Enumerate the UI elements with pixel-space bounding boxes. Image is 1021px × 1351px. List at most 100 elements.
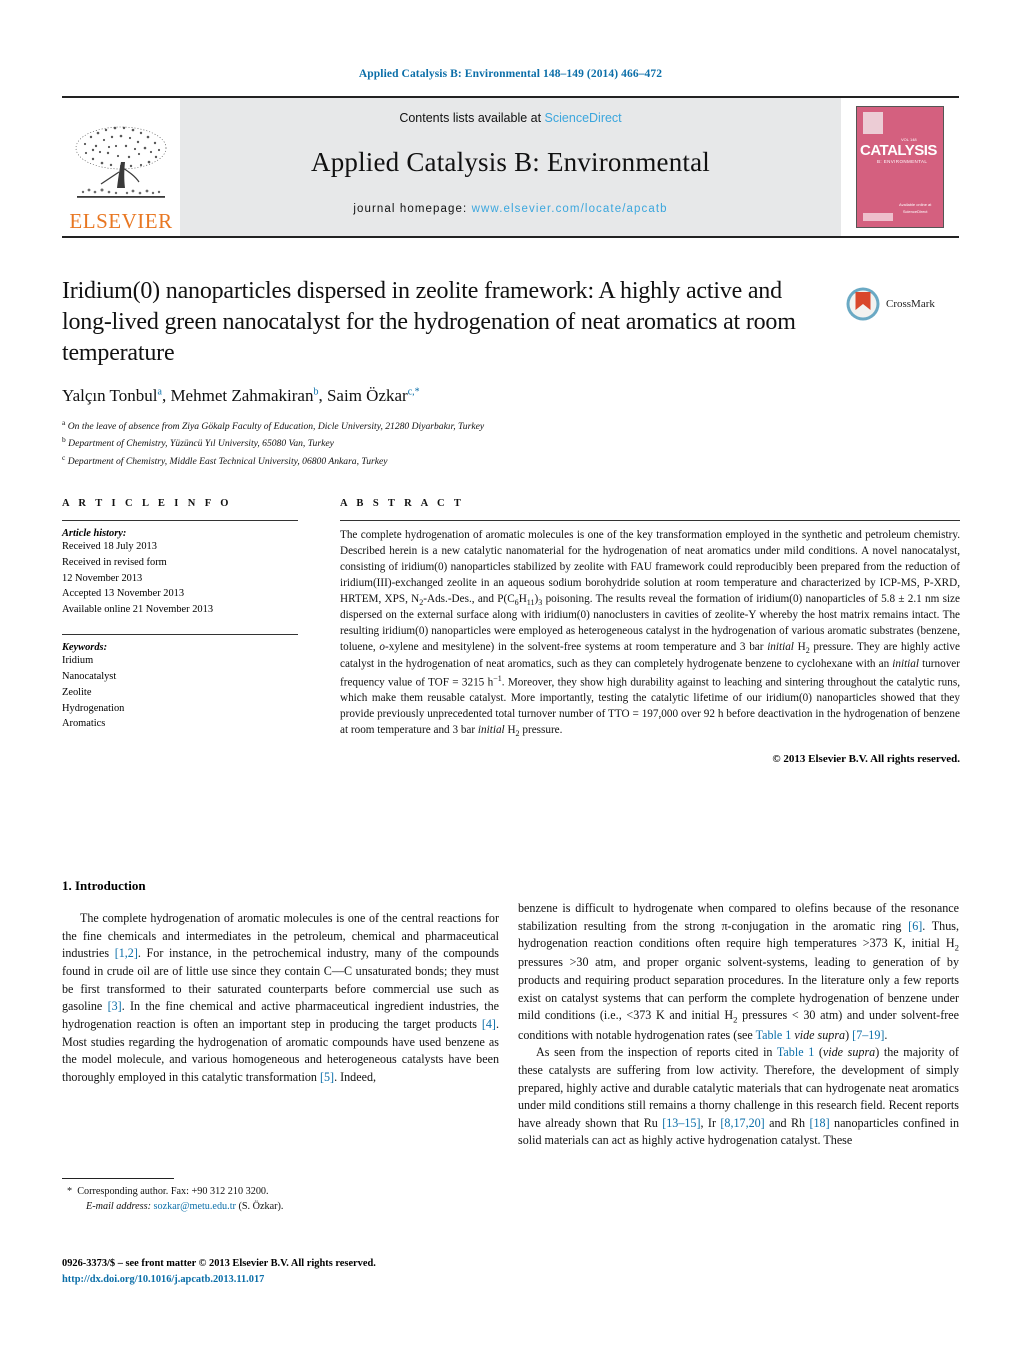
- elsevier-tree-icon: [75, 126, 167, 198]
- body-frag: . Indeed,: [334, 1069, 377, 1084]
- cover-elsevier-mark: [863, 112, 883, 134]
- abstract-frag: H: [518, 592, 527, 605]
- body-frag: benzene is difficult to hydrogenate when…: [518, 901, 959, 933]
- citation-ref[interactable]: [18]: [809, 1116, 829, 1130]
- affiliation-item: a On the leave of absence from Ziya Göka…: [62, 417, 822, 435]
- abstract-panel: A B S T R A C T The complete hydrogenati…: [340, 498, 960, 765]
- divider: [340, 520, 960, 521]
- affiliation-mark: b: [62, 435, 66, 445]
- keywords-title: Keywords:: [62, 642, 108, 654]
- citation-ref[interactable]: [6]: [908, 919, 922, 933]
- history-item: Received in revised form: [62, 556, 167, 568]
- body-frag: and Rh: [764, 1115, 810, 1130]
- table-ref[interactable]: Table 1: [777, 1045, 814, 1059]
- body-column-right: benzene is difficult to hydrogenate when…: [518, 900, 959, 1150]
- journal-homepage-link[interactable]: www.elsevier.com/locate/apcatb: [472, 203, 668, 215]
- citation-ref[interactable]: [5]: [320, 1070, 334, 1084]
- citation-ref[interactable]: [3]: [108, 999, 122, 1013]
- author-list: Yalçın Tonbula, Mehmet Zahmakiranb, Saim…: [62, 385, 420, 405]
- body-italic: vide supra: [822, 1045, 876, 1060]
- cover-image: VOL 148 CATALYSIS B: ENVIRONMENTAL Avail…: [856, 106, 944, 228]
- affiliation-list: a On the leave of absence from Ziya Göka…: [62, 417, 822, 470]
- footnote-divider: [62, 1178, 174, 1179]
- abstract-text: The complete hydrogenation of aromatic m…: [340, 528, 960, 740]
- history-item: Received 18 July 2013: [62, 541, 157, 552]
- citation-ref[interactable]: [1,2]: [115, 946, 138, 960]
- abstract-frag: H: [793, 641, 806, 654]
- journal-cover-thumbnail: VOL 148 CATALYSIS B: ENVIRONMENTAL Avail…: [841, 98, 959, 236]
- body-frag: , Ir: [700, 1115, 721, 1130]
- body-sub: 2: [954, 942, 959, 953]
- doi-link[interactable]: http://dx.doi.org/10.1016/j.apcatb.2013.…: [62, 1272, 522, 1288]
- author-mark: b: [313, 385, 319, 397]
- body-frag: (: [814, 1045, 823, 1060]
- journal-masthead: ELSEVIER Contents lists available at Sci…: [62, 96, 959, 238]
- table-ref[interactable]: Table 1: [756, 1028, 792, 1042]
- affiliation-item: b Department of Chemistry, Yüzüncü Yıl U…: [62, 434, 822, 452]
- article-history-list: Received 18 July 2013 Received in revise…: [62, 539, 298, 618]
- cover-subtitle: B: ENVIRONMENTAL: [877, 159, 928, 164]
- contents-line: Contents lists available at ScienceDirec…: [399, 111, 621, 125]
- history-item: Available online 21 November 2013: [62, 604, 214, 616]
- history-item: 12 November 2013: [62, 572, 143, 584]
- divider: [62, 634, 298, 636]
- article-history-title: Article history:: [62, 528, 127, 539]
- crossmark-badge[interactable]: CrossMark: [845, 286, 935, 322]
- paper-page: Applied Catalysis B: Environmental 148–1…: [0, 0, 1021, 1351]
- email-line: E-mail address: sozkar@metu.edu.tr (S. Ö…: [62, 1199, 499, 1214]
- running-head: Applied Catalysis B: Environmental 148–1…: [358, 68, 663, 80]
- affiliation-text: On the leave of absence from Ziya Gökalp…: [67, 420, 485, 432]
- body-italic: vide supra: [794, 1027, 846, 1042]
- footnote-star: *: [67, 1186, 73, 1197]
- abstract-italic: initial: [892, 657, 919, 670]
- section-heading-introduction: 1. Introduction: [62, 878, 146, 893]
- contents-prefix: Contents lists available at: [399, 111, 545, 125]
- page-title: Iridium(0) nanoparticles dispersed in ze…: [62, 278, 796, 367]
- citation-ref[interactable]: [13–15]: [662, 1116, 700, 1130]
- abstract-heading: A B S T R A C T: [340, 498, 465, 509]
- keyword-item: Zeolite: [62, 686, 92, 698]
- cover-barcode-strip: [863, 213, 893, 221]
- masthead-center: Contents lists available at ScienceDirec…: [180, 98, 841, 236]
- cover-footer-text: Available online at ScienceDirect: [899, 202, 932, 214]
- citation-ref[interactable]: [4]: [482, 1017, 496, 1031]
- elsevier-logo: ELSEVIER: [62, 98, 180, 236]
- keywords-block: Keywords: Iridium Nanocatalyst Zeolite H…: [62, 642, 298, 732]
- affiliation-text: Department of Chemistry, Yüzüncü Yıl Uni…: [68, 438, 334, 450]
- author-name: Yalçın Tonbul: [62, 385, 158, 405]
- journal-homepage-line: journal homepage: www.elsevier.com/locat…: [353, 203, 667, 215]
- article-info-heading: A R T I C L E I N F O: [62, 498, 232, 509]
- crossmark-icon: [846, 287, 880, 321]
- abstract-sup: −1: [493, 673, 502, 683]
- body-frag: . In the fine chemical and active pharma…: [62, 999, 500, 1031]
- intro-paragraph-2: As seen from the inspection of reports c…: [518, 1044, 959, 1150]
- sciencedirect-link[interactable]: ScienceDirect: [545, 111, 622, 125]
- intro-paragraph-1-continued: benzene is difficult to hydrogenate when…: [518, 900, 959, 1044]
- email-owner: (S. Özkar).: [238, 1201, 284, 1213]
- author-mark: c,*: [407, 385, 420, 397]
- keyword-item: Aromatics: [62, 718, 106, 730]
- abstract-frag: -Ads.-Des., and P(C: [423, 592, 515, 605]
- title-block: Iridium(0) nanoparticles dispersed in ze…: [62, 276, 822, 470]
- citation-ref[interactable]: [8,17,20]: [720, 1116, 764, 1130]
- affiliation-text: Department of Chemistry, Middle East Tec…: [67, 456, 388, 468]
- abstract-frag: -xylene and mesitylene) in the solvent-f…: [385, 641, 768, 654]
- author-name: Saim Özkar: [326, 385, 408, 405]
- abstract-sub: 11: [526, 597, 535, 607]
- keywords-list: Iridium Nanocatalyst Zeolite Hydrogenati…: [62, 653, 298, 732]
- imprint-block: 0926-3373/$ – see front matter © 2013 El…: [62, 1256, 522, 1287]
- elsevier-wordmark: ELSEVIER: [69, 209, 173, 233]
- article-info-panel: A R T I C L E I N F O Article history: R…: [62, 498, 298, 732]
- footnote-block: * Corresponding author. Fax: +90 312 210…: [62, 1178, 499, 1214]
- corresponding-author-text: Corresponding author. Fax: +90 312 210 3…: [77, 1186, 269, 1197]
- journal-title: Applied Catalysis B: Environmental: [311, 147, 710, 177]
- email-link[interactable]: sozkar@metu.edu.tr: [154, 1201, 236, 1212]
- corresponding-author-line: * Corresponding author. Fax: +90 312 210…: [62, 1184, 499, 1199]
- abstract-italic: initial: [767, 641, 794, 654]
- history-item: Accepted 13 November 2013: [62, 588, 185, 600]
- affiliation-item: c Department of Chemistry, Middle East T…: [62, 452, 822, 470]
- affiliation-mark: a: [62, 417, 66, 427]
- citation-ref[interactable]: [7–19]: [852, 1028, 884, 1042]
- homepage-prefix: journal homepage:: [353, 203, 472, 215]
- crossmark-label: CrossMark: [886, 298, 935, 310]
